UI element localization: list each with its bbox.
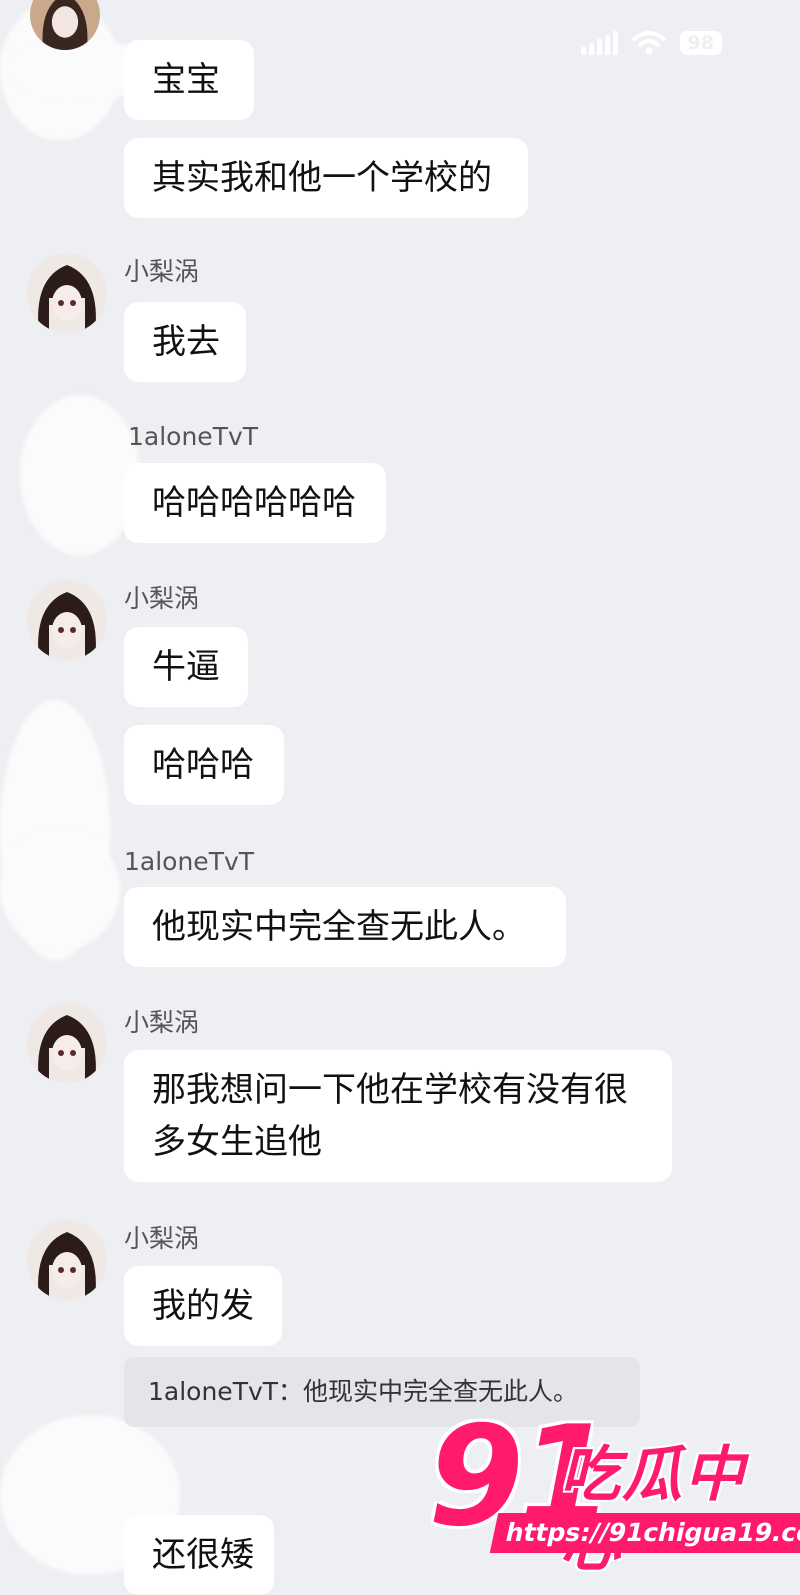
message-bubble[interactable]: 哈哈哈哈哈哈 <box>124 463 386 543</box>
sender-name: 小梨涡 <box>124 584 200 613</box>
watermark-title: 吃瓜中心 <box>560 1440 746 1580</box>
avatar[interactable] <box>27 1003 107 1083</box>
message-bubble[interactable]: 宝宝 <box>124 40 254 120</box>
sender-name: 1aloneTvT <box>128 422 259 451</box>
quote-author: 1aloneTvT <box>148 1377 279 1406</box>
quote-separator: ： <box>278 1377 304 1406</box>
sender-name: 小梨涡 <box>124 257 200 286</box>
battery-indicator: 98 <box>679 31 722 55</box>
avatar[interactable] <box>27 253 107 333</box>
signal-bars-icon <box>580 31 618 55</box>
avatar[interactable] <box>27 580 107 660</box>
sender-name: 小梨涡 <box>124 1224 200 1253</box>
message-bubble[interactable]: 我去 <box>124 302 246 382</box>
message-bubble[interactable]: 牛逼 <box>124 627 248 707</box>
message-bubble[interactable]: 我的发 <box>124 1266 282 1346</box>
message-bubble[interactable]: 他现实中完全查无此人。 <box>124 887 566 967</box>
message-bubble[interactable]: 哈哈哈 <box>124 725 284 805</box>
redaction-smear <box>0 830 120 950</box>
redaction-smear <box>20 395 140 555</box>
watermark-url: https://91chigua19.com <box>489 1513 800 1553</box>
message-bubble[interactable]: 其实我和他一个学校的 <box>124 138 528 218</box>
status-bar: 98 <box>580 30 722 56</box>
sender-name: 小梨涡 <box>124 1008 200 1037</box>
message-bubble[interactable]: 还很矮 <box>124 1515 274 1595</box>
sender-name: 1aloneTvT <box>124 847 255 876</box>
avatar[interactable] <box>27 1220 107 1300</box>
wifi-icon <box>631 30 666 56</box>
message-bubble[interactable]: 那我想问一下他在学校有没有很多女生追他 <box>124 1050 672 1182</box>
